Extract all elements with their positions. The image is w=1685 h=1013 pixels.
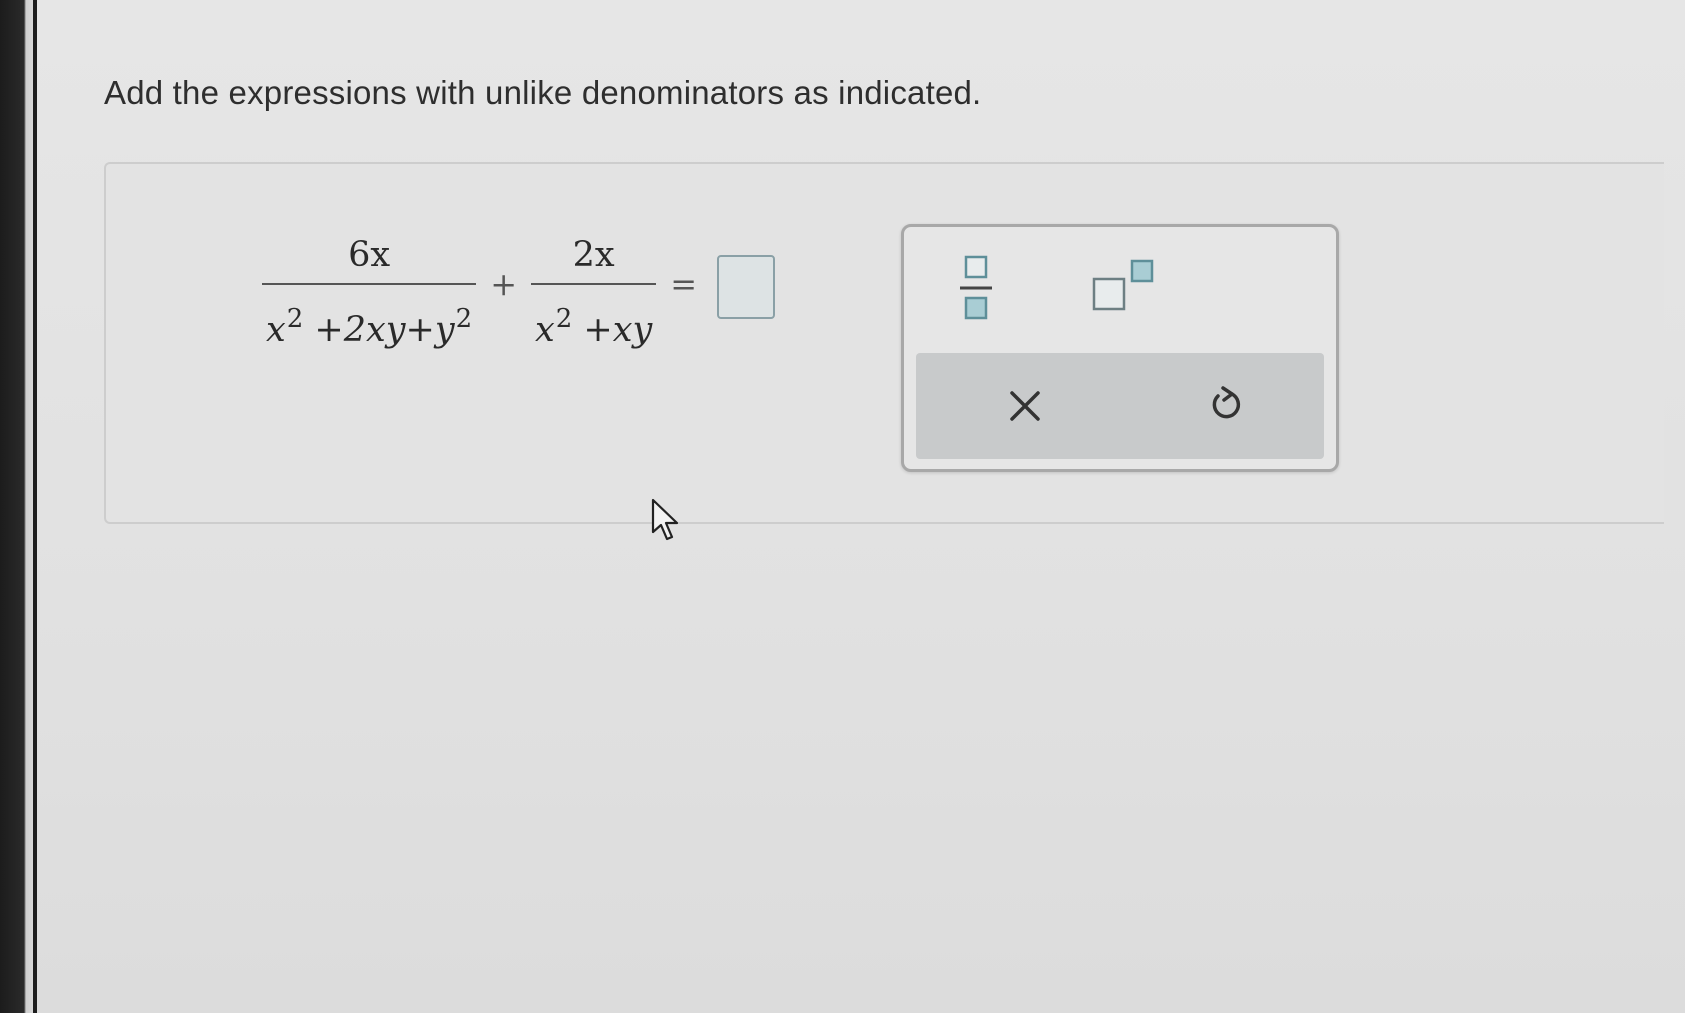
exponent-template-button[interactable]: [1090, 257, 1160, 317]
fraction-term-1: 6x x2 +2xy+y2: [262, 234, 477, 350]
denominator-term-1: x2 +2xy+y2: [262, 285, 476, 350]
denominator-2-part-1-exponent: 2: [555, 303, 573, 334]
clear-button[interactable]: [998, 379, 1052, 433]
math-expression: 6x x2 +2xy+y2 + 2x x2 +xy =: [262, 222, 776, 362]
equals-operator: =: [670, 265, 698, 303]
fraction-template-icon: [960, 255, 992, 320]
close-icon: [1010, 391, 1040, 421]
numerator-term-2: 2x: [572, 234, 615, 275]
fraction-term-2: 2x x2 +xy: [531, 234, 657, 350]
undo-button[interactable]: [1200, 379, 1254, 433]
question-instruction: Add the expressions with unlike denomina…: [104, 74, 982, 111]
fraction-template-button[interactable]: [956, 253, 998, 323]
numerator-term-1: 6x: [348, 234, 391, 275]
mouse-cursor-icon: [651, 498, 679, 541]
exponent-template-icon: [1092, 259, 1154, 311]
denominator-1-part-1-base: x: [266, 309, 286, 350]
denominator-2-part-1-base: x: [535, 309, 555, 350]
palette-action-bar: [916, 353, 1324, 459]
denominator-term-2: x2 +xy: [531, 285, 656, 350]
denominator-2-part-2-base: +xy: [572, 309, 653, 350]
plus-operator: +: [490, 265, 517, 303]
denominator-1-part-1-exponent: 2: [286, 303, 304, 334]
denominator-1-part-2-base: +2xy+y: [303, 309, 455, 350]
answer-input-box[interactable]: [717, 255, 776, 319]
undo-icon: [1212, 386, 1241, 419]
math-palette: [901, 224, 1339, 472]
screen-bezel: [0, 0, 37, 1013]
denominator-1-part-2-exponent: 2: [455, 303, 473, 334]
